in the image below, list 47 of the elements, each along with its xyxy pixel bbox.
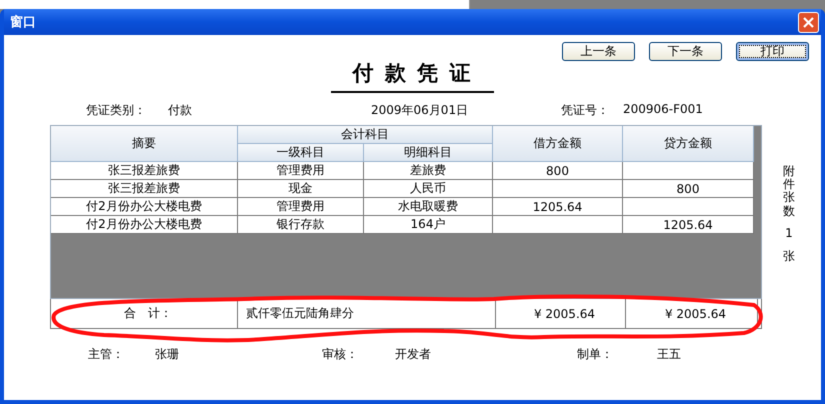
signature-label: 主管： <box>88 346 125 363</box>
table-cell: 现金 <box>238 180 364 198</box>
column-header: 会计科目 <box>238 126 493 144</box>
attachment-count: 1 <box>785 226 793 240</box>
total-credit: ¥ 2005.64 <box>626 299 758 328</box>
attachment-unit: 张 <box>783 248 795 265</box>
signature-label: 制单： <box>577 346 614 363</box>
table-cell: 银行存款 <box>238 216 364 234</box>
table-cell: 管理费用 <box>238 162 364 180</box>
column-header: 贷方金额 <box>623 126 754 162</box>
table-cell: 差旅费 <box>364 162 493 180</box>
total-debit: ¥ 2005.64 <box>496 299 626 328</box>
field-value: 200906-F001 <box>623 102 704 118</box>
field-label: 凭证类别： <box>86 102 147 119</box>
table-cell: 800 <box>623 180 754 198</box>
signature-label: 审核： <box>322 346 359 363</box>
toolbar-button[interactable]: 下一条 <box>649 42 722 61</box>
signature-name: 王五 <box>657 346 682 363</box>
column-header: 摘要 <box>51 126 238 162</box>
column-header: 明细科目 <box>364 144 493 162</box>
table-cell: 张三报差旅费 <box>51 162 238 180</box>
table-cell: 管理费用 <box>238 198 364 216</box>
signature-name: 开发者 <box>395 346 432 363</box>
signature-name: 张珊 <box>155 346 180 363</box>
table-cell: 付2月份办公大楼电费 <box>51 216 238 234</box>
attachment-label: 附件张数 <box>783 165 795 218</box>
table-cell: 1205.64 <box>493 198 623 216</box>
table-cell: 人民币 <box>364 180 493 198</box>
table-cell: 付2月份办公大楼电费 <box>51 198 238 216</box>
column-header: 一级科目 <box>238 144 364 162</box>
table-cell: 800 <box>493 162 623 180</box>
toolbar-button[interactable]: 打印 <box>736 42 809 61</box>
table-cell: 张三报差旅费 <box>51 180 238 198</box>
voucher-title: 付 款 凭 证 <box>330 59 494 93</box>
column-header: 借方金额 <box>493 126 623 162</box>
amount-in-words: 贰仟零伍元陆角肆分 <box>238 299 496 328</box>
table-cell: 水电取暖费 <box>364 198 493 216</box>
table-cell: 164户 <box>364 216 493 234</box>
table-cell: 1205.64 <box>623 216 754 234</box>
voucher-date: 2009年06月01日 <box>371 102 470 119</box>
total-label: 合 计： <box>51 299 238 328</box>
window-title: 窗口 <box>10 14 36 31</box>
toolbar-button[interactable]: 上一条 <box>562 42 635 61</box>
field-label: 凭证号： <box>561 102 610 119</box>
field-value: 付款 <box>168 102 193 119</box>
close-icon <box>803 16 814 28</box>
close-button[interactable] <box>798 12 819 32</box>
